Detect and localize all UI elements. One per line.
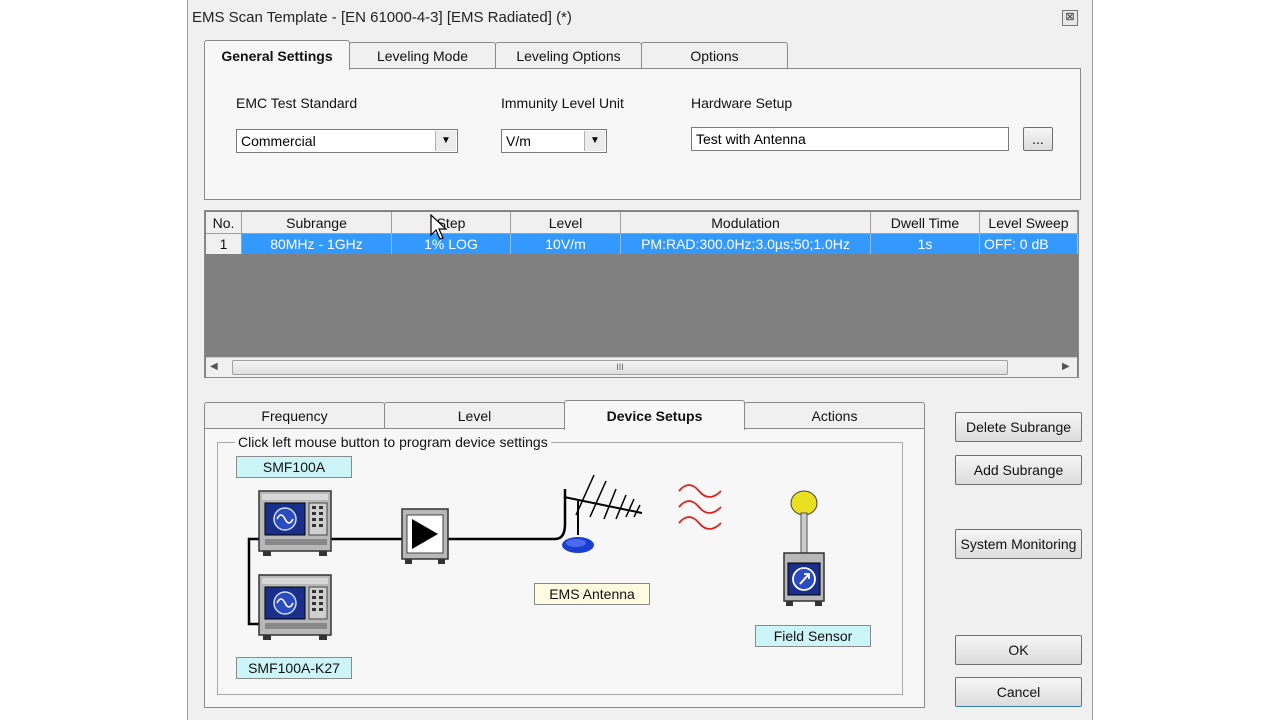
- antenna-icon[interactable]: [550, 467, 650, 559]
- scrollbar-thumb[interactable]: III: [232, 360, 1008, 375]
- table-cell-level[interactable]: 10V/m: [511, 234, 621, 254]
- hardware-browse-button[interactable]: ...: [1023, 127, 1053, 151]
- generator2-label[interactable]: SMF100A-K27: [236, 657, 352, 679]
- mouse-cursor-icon: [430, 214, 448, 240]
- title-bar: EMS Scan Template - [EN 61000-4-3] [EMS …: [188, 0, 1092, 36]
- table-row-number[interactable]: 1: [206, 234, 242, 254]
- close-button[interactable]: ⊠: [1062, 10, 1078, 26]
- window-title: EMS Scan Template - [EN 61000-4-3] [EMS …: [192, 9, 572, 26]
- emc-standard-label: EMC Test Standard: [236, 95, 358, 111]
- tab-general-settings[interactable]: General Settings: [204, 40, 350, 70]
- chevron-down-icon[interactable]: ▼: [584, 131, 605, 151]
- column-header-step[interactable]: Step: [392, 212, 511, 234]
- tab-leveling-mode[interactable]: Leveling Mode: [349, 42, 496, 68]
- hardware-setup-value: Test with Antenna: [696, 131, 806, 147]
- tab-options[interactable]: Options: [641, 42, 788, 68]
- subrange-table: No. Subrange Step Level Modulation Dwell…: [204, 210, 1079, 378]
- field-sensor-icon[interactable]: [780, 487, 828, 607]
- scroll-left-icon[interactable]: ◀: [210, 361, 218, 372]
- column-header-level-sweep[interactable]: Level Sweep: [980, 212, 1078, 234]
- radiated-wave-icon: [678, 484, 722, 530]
- tab-frequency[interactable]: Frequency: [204, 402, 385, 428]
- add-subrange-button[interactable]: Add Subrange: [955, 455, 1082, 485]
- column-header-no[interactable]: No.: [206, 212, 242, 234]
- immunity-unit-value: V/m: [506, 133, 531, 149]
- table-cell-step[interactable]: 1% LOG: [392, 234, 511, 254]
- general-settings-panel: EMC Test Standard Commercial ▼ Immunity …: [204, 68, 1081, 200]
- signal-generator-icon[interactable]: [257, 489, 333, 557]
- amplifier-icon[interactable]: [400, 507, 450, 565]
- delete-subrange-button[interactable]: Delete Subrange: [955, 412, 1082, 442]
- column-header-level[interactable]: Level: [511, 212, 621, 234]
- cancel-button[interactable]: Cancel: [955, 677, 1082, 707]
- table-cell-level-sweep[interactable]: OFF: 0 dB: [980, 234, 1078, 254]
- field-sensor-label[interactable]: Field Sensor: [755, 625, 871, 647]
- column-header-dwell-time[interactable]: Dwell Time: [871, 212, 980, 234]
- antenna-label[interactable]: EMS Antenna: [534, 583, 650, 605]
- table-cell-subrange[interactable]: 80MHz - 1GHz: [242, 234, 392, 254]
- scroll-right-icon[interactable]: ▶: [1062, 361, 1070, 372]
- hardware-setup-label: Hardware Setup: [691, 95, 793, 111]
- table-cell-modulation[interactable]: PM:RAD:300.0Hz;3.0µs;50;1.0Hz: [621, 234, 871, 254]
- immunity-unit-select[interactable]: V/m ▼: [501, 129, 607, 153]
- chevron-down-icon[interactable]: ▼: [435, 131, 456, 151]
- hardware-setup-field[interactable]: Test with Antenna: [691, 127, 1009, 151]
- dialog-window: EMS Scan Template - [EN 61000-4-3] [EMS …: [187, 0, 1093, 720]
- signal-generator-icon[interactable]: [257, 573, 333, 641]
- tab-actions[interactable]: Actions: [744, 402, 925, 428]
- system-monitoring-button[interactable]: System Monitoring: [955, 529, 1082, 559]
- immunity-unit-label: Immunity Level Unit: [501, 95, 624, 111]
- device-setups-panel: Click left mouse button to program devic…: [204, 428, 925, 708]
- tab-level[interactable]: Level: [384, 402, 565, 428]
- emc-standard-value: Commercial: [241, 133, 316, 149]
- column-header-modulation[interactable]: Modulation: [621, 212, 871, 234]
- emc-standard-select[interactable]: Commercial ▼: [236, 129, 458, 153]
- tab-leveling-options[interactable]: Leveling Options: [495, 42, 642, 68]
- horizontal-scrollbar[interactable]: ◀ III ▶: [206, 357, 1077, 377]
- ok-button[interactable]: OK: [955, 635, 1082, 665]
- table-cell-dwell-time[interactable]: 1s: [871, 234, 980, 254]
- column-header-subrange[interactable]: Subrange: [242, 212, 392, 234]
- tab-device-setups[interactable]: Device Setups: [564, 400, 745, 430]
